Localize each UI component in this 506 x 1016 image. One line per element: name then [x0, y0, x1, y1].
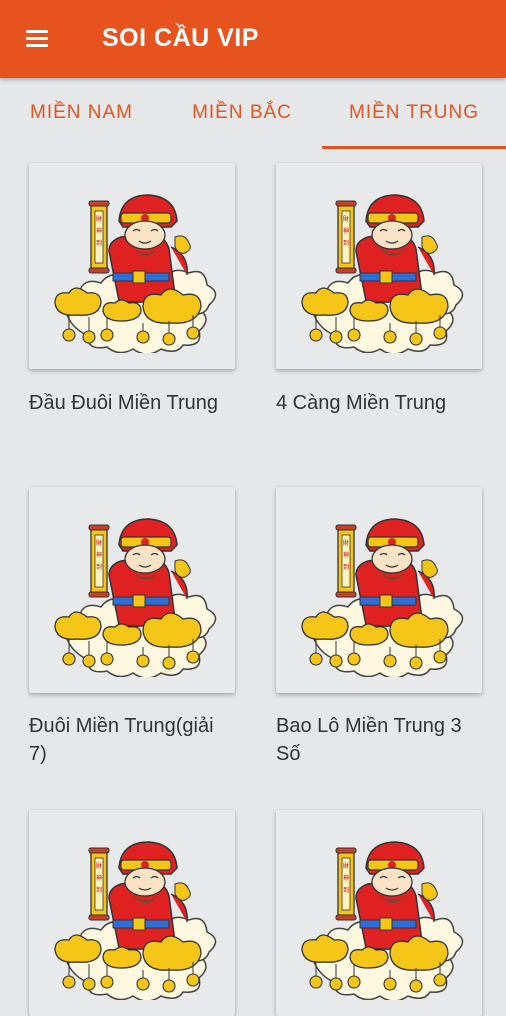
tab-mien-bac[interactable]: MIỀN BẮC — [172, 78, 312, 150]
page-title: SOI CẦU VIP — [102, 24, 259, 52]
item-label[interactable]: Đầu Đuôi Miền Trung — [29, 389, 219, 417]
card-bao-lo-mien-trung-3-so[interactable] — [276, 487, 482, 693]
god-of-wealth-image — [301, 194, 464, 353]
tab-mien-nam[interactable]: MIỀN NAM — [14, 78, 149, 150]
hamburger-menu-icon[interactable] — [20, 26, 54, 52]
god-of-wealth-image — [301, 518, 464, 677]
god-of-wealth-image — [301, 841, 464, 1000]
active-tab-indicator — [322, 146, 506, 149]
god-of-wealth-image — [54, 518, 217, 677]
app-bar: SOI CẦU VIP — [0, 0, 506, 78]
card-4-cang-mien-trung[interactable] — [276, 163, 482, 369]
card-dau-duoi-mien-trung[interactable] — [29, 163, 235, 369]
card-duoi-mien-trung-giai-7[interactable] — [29, 487, 235, 693]
tab-mien-trung[interactable]: MIỀN TRUNG — [322, 78, 506, 150]
item-label[interactable]: Bao Lô Miền Trung 3 Số — [276, 712, 466, 768]
region-tabs: MIỀN NAM MIỀN BẮC MIỀN TRUNG — [0, 78, 506, 150]
card-item-6[interactable] — [276, 810, 482, 1016]
card-item-5[interactable] — [29, 810, 235, 1016]
god-of-wealth-image — [54, 841, 217, 1000]
item-label[interactable]: Đuôi Miền Trung(giải 7) — [29, 712, 219, 768]
god-of-wealth-image — [54, 194, 217, 353]
item-label[interactable]: 4 Càng Miền Trung — [276, 389, 486, 417]
